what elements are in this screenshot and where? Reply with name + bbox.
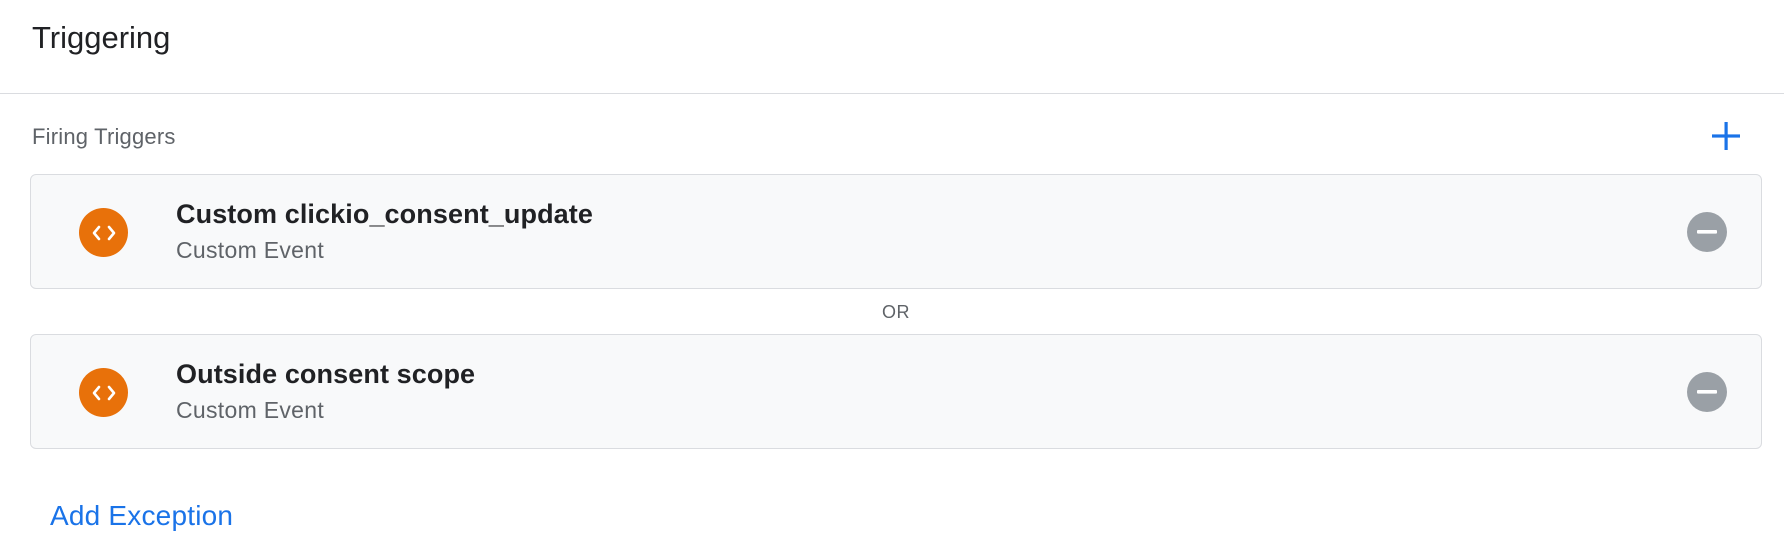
minus-circle-icon (1697, 390, 1717, 394)
code-brackets-icon (79, 368, 128, 417)
or-separator: OR (882, 302, 910, 322)
add-trigger-button[interactable] (1708, 118, 1744, 154)
remove-trigger-button[interactable] (1687, 212, 1727, 252)
section-title: Triggering (32, 20, 171, 55)
firing-triggers-header: Firing Triggers (32, 112, 1784, 160)
trigger-card[interactable]: Custom clickio_consent_update Custom Eve… (30, 174, 1762, 289)
minus-circle-icon (1697, 230, 1717, 234)
firing-triggers-label: Firing Triggers (32, 124, 176, 149)
section-header: Triggering (0, 0, 1784, 94)
add-exception-link[interactable]: Add Exception (50, 500, 233, 532)
plus-icon (1712, 122, 1740, 150)
trigger-card[interactable]: Outside consent scope Custom Event (30, 334, 1762, 449)
remove-trigger-button[interactable] (1687, 372, 1727, 412)
trigger-name: Custom clickio_consent_update (176, 199, 593, 229)
trigger-name: Outside consent scope (176, 359, 476, 389)
trigger-type: Custom Event (176, 397, 325, 423)
code-brackets-icon (79, 208, 128, 257)
trigger-type: Custom Event (176, 237, 325, 263)
